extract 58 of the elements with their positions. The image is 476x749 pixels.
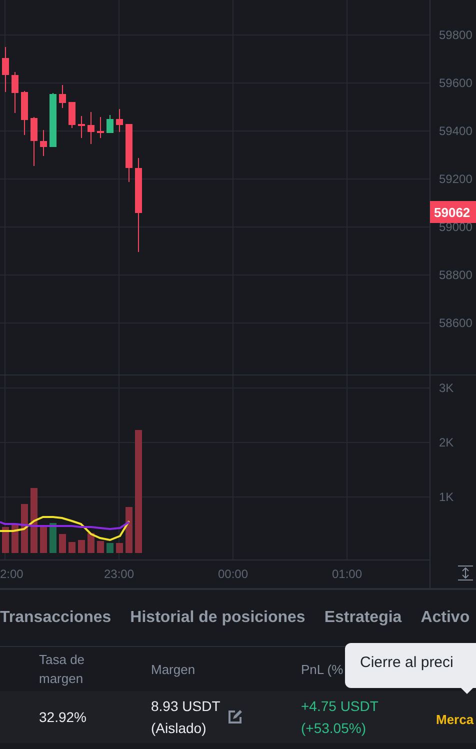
volume-label: 3K — [439, 381, 454, 395]
volume-bar — [50, 523, 56, 553]
price-label: 59600 — [439, 76, 472, 90]
candle — [40, 130, 47, 156]
price-label: 59400 — [439, 124, 472, 138]
volume-bar — [97, 541, 104, 553]
volume-bar — [106, 543, 114, 553]
volume-label: 2K — [439, 436, 454, 450]
candle — [50, 92, 56, 148]
column-header: Tasa de margen — [38, 651, 86, 688]
table-cell-text: (+53.05%) — [301, 719, 366, 738]
table-cell-text: (Aislado) — [151, 719, 206, 738]
candle — [2, 46, 9, 92]
tab[interactable]: Transacciones — [0, 609, 112, 627]
time-label: 2:00 — [0, 567, 24, 581]
time-label: 23:00 — [104, 567, 134, 581]
time-label: 01:00 — [332, 567, 362, 581]
volume-bar — [126, 507, 132, 553]
volume-bar — [116, 543, 123, 553]
candle — [88, 112, 94, 144]
tab[interactable]: Estrategia — [324, 609, 402, 627]
current-price-tag: 59062 — [430, 201, 476, 223]
volume-bar — [88, 533, 94, 553]
volume-bar — [40, 527, 47, 553]
tab[interactable]: Historial de posiciones — [130, 609, 306, 627]
volume-bar — [68, 542, 76, 553]
tooltip-pointer-icon — [461, 688, 473, 694]
volume-bar — [59, 534, 66, 553]
volume-bar — [30, 488, 38, 553]
market-close-link[interactable]: Merca — [436, 712, 474, 726]
price-label: 59200 — [439, 172, 472, 186]
volume-bar — [2, 527, 9, 553]
volume-bar — [78, 540, 85, 553]
candle — [30, 116, 38, 166]
candle — [21, 90, 28, 136]
candle — [126, 124, 132, 182]
candle — [97, 116, 104, 138]
price-label: 58800 — [439, 268, 472, 282]
table-cell-text: +4.75 USDT — [301, 697, 378, 716]
volume-bar — [21, 504, 28, 553]
candle — [59, 84, 66, 108]
volume-label: 1K — [439, 490, 454, 504]
candle — [106, 114, 114, 134]
table-cell-text: 32.92% — [38, 708, 88, 727]
column-header: Margen — [151, 660, 196, 678]
price-label: 59800 — [439, 28, 472, 42]
resize-icon[interactable] — [458, 566, 474, 580]
price-label: 58600 — [439, 316, 472, 330]
table-cell-text: 8.93 USDT — [151, 697, 220, 716]
column-header: PnL (% — [301, 660, 344, 678]
edit-icon[interactable] — [228, 710, 242, 724]
candle — [68, 102, 76, 128]
candle — [116, 108, 123, 132]
tab[interactable]: Activo — [420, 609, 470, 627]
candle — [78, 116, 85, 138]
candle — [12, 72, 18, 114]
time-label: 00:00 — [218, 567, 248, 581]
price-label: 59000 — [439, 220, 472, 234]
